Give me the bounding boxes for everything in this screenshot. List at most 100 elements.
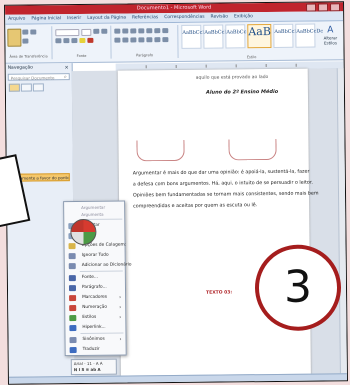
clipboard-group-label: Área de Transferência bbox=[9, 54, 48, 59]
show-marks-icon[interactable] bbox=[162, 28, 169, 34]
context-menu-item[interactable]: Traduzir bbox=[66, 345, 126, 356]
italic-icon[interactable] bbox=[63, 38, 70, 44]
ruler-tick bbox=[265, 64, 267, 68]
hyperlink-icon bbox=[69, 325, 77, 332]
cut-copy-row bbox=[22, 29, 37, 35]
document-page[interactable]: aquilo que está provado ao lado Aluno do… bbox=[117, 68, 319, 377]
style-subtle-emphasis[interactable]: AaBbCcDc bbox=[295, 23, 323, 48]
tab-layout[interactable]: Layout da Página bbox=[87, 14, 126, 23]
styles-group-label: Estilo bbox=[246, 55, 257, 60]
multilevel-icon[interactable] bbox=[130, 28, 137, 34]
tab-headings[interactable] bbox=[8, 83, 20, 92]
style-normal[interactable]: AaBbCcDc bbox=[181, 24, 209, 49]
align-left-icon[interactable] bbox=[114, 37, 121, 43]
context-menu-item-label: Hiperlink... bbox=[82, 324, 106, 330]
style-no-spacing[interactable]: AaBbCcDc bbox=[203, 24, 231, 49]
context-menu-item[interactable]: Hiperlink... bbox=[65, 323, 125, 334]
tab-exibicao[interactable]: Exibição bbox=[234, 12, 253, 21]
close-button[interactable] bbox=[330, 3, 341, 12]
font-size-icon[interactable] bbox=[81, 28, 92, 36]
step-number-badge: 3 bbox=[254, 244, 342, 332]
maximize-button[interactable] bbox=[318, 3, 329, 12]
texto-label: TEXTO 03: bbox=[206, 290, 233, 296]
bullets-icon[interactable] bbox=[114, 28, 121, 34]
increase-indent-icon[interactable] bbox=[146, 28, 153, 34]
font-group-label: Fonte bbox=[76, 53, 87, 59]
paragraph-group-label: Parágrafo bbox=[136, 53, 154, 58]
font-row-1 bbox=[55, 28, 108, 37]
underline-icon[interactable] bbox=[71, 38, 78, 44]
style-subtitle[interactable]: AaBbCcDc bbox=[273, 23, 301, 48]
paragraph-line: a defesa com bons argumentos. Há, aqui, … bbox=[132, 180, 313, 188]
font-name-icon[interactable] bbox=[55, 29, 80, 37]
context-menu-item[interactable]: Sinônimos › bbox=[65, 335, 125, 346]
font-row-2 bbox=[55, 37, 94, 44]
align-right-icon[interactable] bbox=[130, 37, 137, 43]
search-input[interactable]: Pesquisar Documento ⌕ bbox=[7, 73, 70, 81]
highlight-icon[interactable] bbox=[79, 37, 86, 44]
ruler-tick bbox=[175, 64, 177, 68]
tab-pages[interactable] bbox=[20, 83, 32, 92]
synonyms-icon bbox=[69, 337, 77, 344]
context-menu-item[interactable]: Ignorar Tudo bbox=[65, 251, 125, 262]
mini-toolbar-format-row[interactable]: N I S ≡ ab A bbox=[74, 367, 101, 372]
tab-revisao[interactable]: Revisão bbox=[210, 12, 229, 21]
tab-inserir[interactable]: Inserir bbox=[67, 14, 81, 23]
tab-pagina-inicial[interactable]: Página Inicial bbox=[31, 14, 61, 23]
font-icon bbox=[68, 275, 76, 282]
mini-toolbar-font-row[interactable]: Arial - 11 - A A bbox=[74, 361, 103, 366]
borders-icon[interactable] bbox=[162, 37, 169, 43]
context-menu-item[interactable]: Adicionar ao Dicionário bbox=[65, 261, 132, 272]
chevron-right-icon: › bbox=[119, 314, 122, 321]
context-menu-item-label: Traduzir bbox=[82, 346, 100, 352]
clipboard-group: Área de Transferência bbox=[5, 26, 53, 60]
grow-font-icon[interactable] bbox=[93, 28, 100, 34]
bold-icon[interactable] bbox=[55, 38, 62, 44]
style-heading-1[interactable]: AaBbCc bbox=[225, 24, 246, 49]
context-menu-item[interactable]: Opções de Colagem: bbox=[64, 241, 126, 252]
tab-arquivo[interactable]: Arquivo bbox=[8, 15, 25, 24]
numbering-icon[interactable] bbox=[122, 28, 129, 34]
context-menu-item[interactable]: Estilos › bbox=[65, 313, 125, 324]
context-menu-item-label: Ignorar Tudo bbox=[81, 252, 109, 258]
tab-correspondencias[interactable]: Correspondências bbox=[164, 13, 204, 22]
paste-icon[interactable] bbox=[7, 28, 22, 47]
mini-toolbar[interactable]: Arial - 11 - A A N I S ≡ ab A bbox=[70, 358, 117, 376]
shading-icon[interactable] bbox=[154, 37, 161, 43]
copy-icon[interactable] bbox=[30, 29, 37, 35]
context-menu-item[interactable]: Fonte... bbox=[65, 273, 125, 284]
context-menu-item-label: Adicionar ao Dicionário bbox=[81, 262, 132, 268]
tab-results[interactable] bbox=[32, 83, 44, 92]
search-icon[interactable]: ⌕ bbox=[64, 74, 67, 81]
spelling-suggestion[interactable]: Argumenta bbox=[64, 211, 124, 219]
minimize-button[interactable] bbox=[306, 3, 317, 12]
format-painter-icon[interactable] bbox=[22, 38, 29, 44]
align-center-icon[interactable] bbox=[122, 37, 129, 43]
numbering-icon bbox=[69, 305, 77, 312]
context-menu-item[interactable]: Parágrafo... bbox=[65, 283, 125, 294]
shrink-font-icon[interactable] bbox=[101, 28, 108, 34]
context-menu-item-label: Estilos bbox=[82, 314, 97, 320]
decrease-indent-icon[interactable] bbox=[138, 28, 145, 34]
top-line: aquilo que está provado ao lado bbox=[195, 75, 269, 81]
sort-icon[interactable] bbox=[154, 28, 161, 34]
cut-icon[interactable] bbox=[22, 29, 29, 35]
justify-icon[interactable] bbox=[138, 37, 145, 43]
change-styles-button[interactable]: A Alterar Estilos bbox=[320, 25, 340, 45]
tab-referencias[interactable]: Referências bbox=[132, 13, 158, 22]
styles-icon bbox=[69, 315, 77, 322]
bullets-icon bbox=[69, 295, 77, 302]
context-menu-item[interactable]: Marcadores › bbox=[65, 293, 125, 304]
dictionary-icon bbox=[68, 263, 76, 270]
paragraph-line: Argumentar é mais do que dar uma opinião… bbox=[132, 169, 310, 177]
style-title[interactable]: AaB bbox=[247, 23, 272, 49]
context-menu-item[interactable]: Numeração › bbox=[65, 303, 125, 314]
line-spacing-icon[interactable] bbox=[146, 37, 153, 43]
font-color-icon[interactable] bbox=[87, 37, 94, 43]
paragraph-line: compreendidas e aceitas por quem as escu… bbox=[133, 203, 258, 210]
close-icon[interactable]: ✕ bbox=[64, 65, 68, 71]
ruler-tick bbox=[235, 64, 237, 68]
ruler-tick bbox=[295, 63, 297, 67]
ignore-icon bbox=[68, 253, 76, 260]
ruler-tick bbox=[205, 64, 207, 68]
